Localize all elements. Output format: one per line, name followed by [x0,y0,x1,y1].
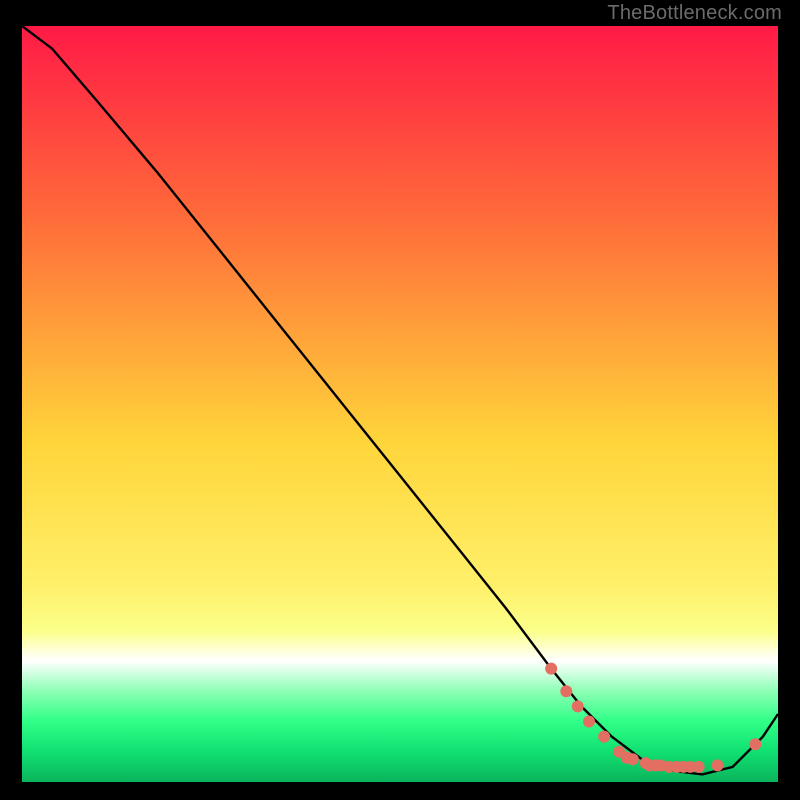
bottleneck-chart [0,0,800,800]
data-point [545,663,557,675]
data-point [693,761,705,773]
data-point [583,716,595,728]
data-point [598,731,610,743]
data-point [712,759,724,771]
data-point [572,700,584,712]
data-point [627,753,639,765]
gradient-background [22,26,778,782]
chart-frame: TheBottleneck.com [0,0,800,800]
data-point [560,685,572,697]
data-point [749,738,761,750]
